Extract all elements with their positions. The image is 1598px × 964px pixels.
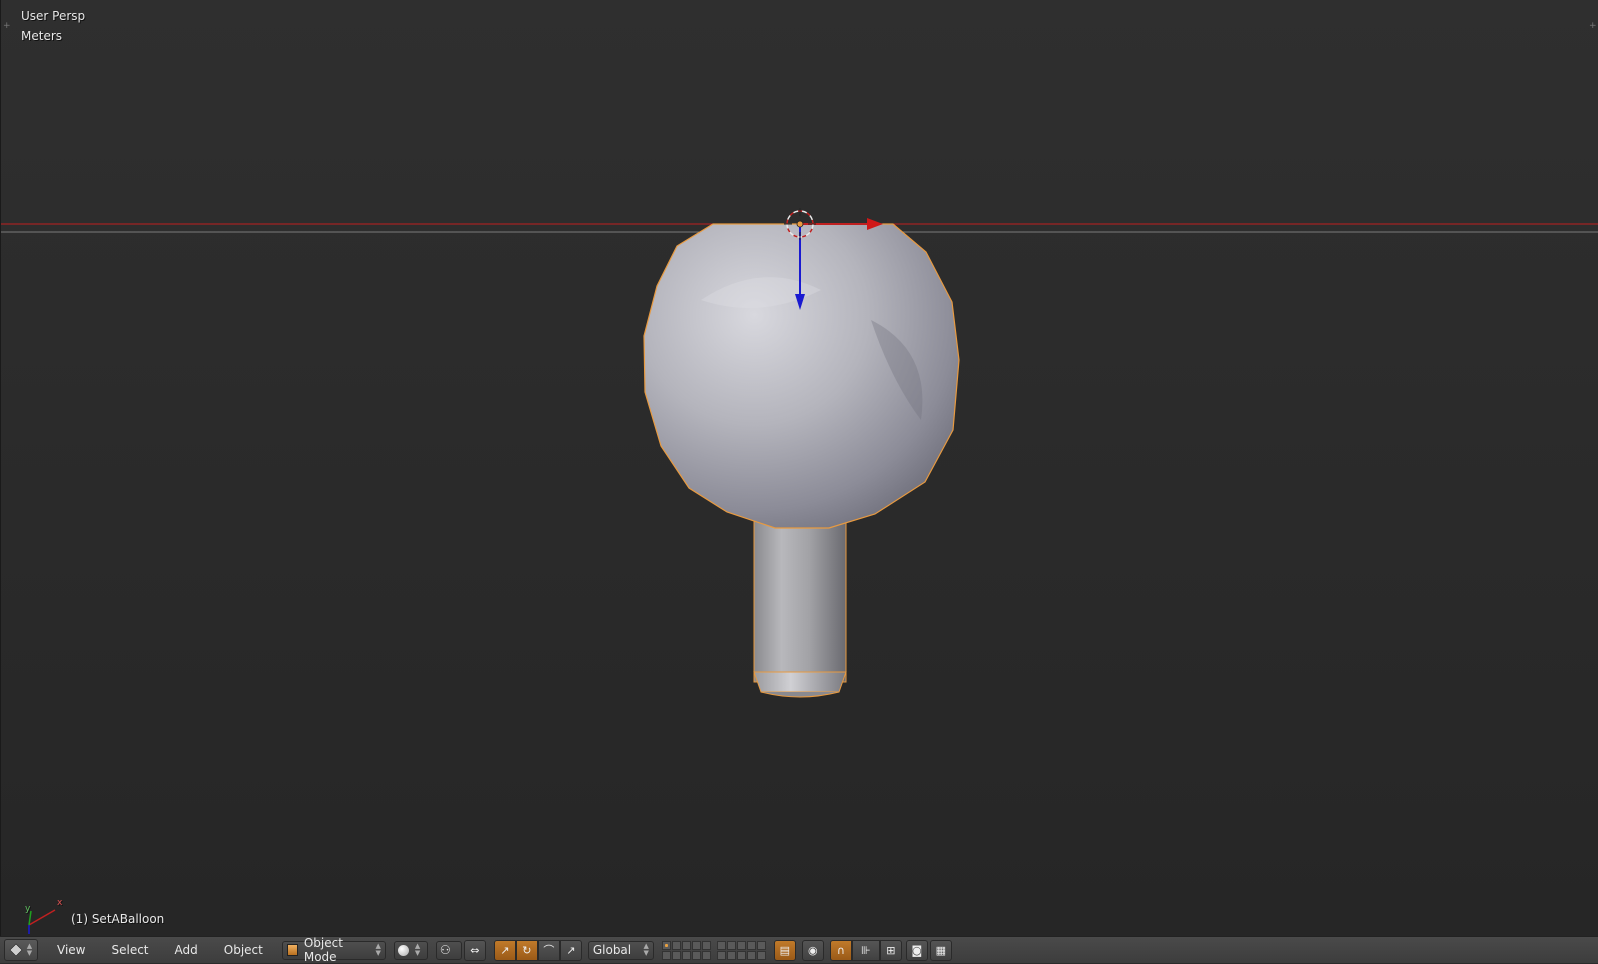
layer-button[interactable]	[736, 940, 746, 950]
snap-target-button[interactable]: ⊞	[879, 939, 902, 961]
layer-button[interactable]	[701, 950, 711, 960]
layer-button[interactable]	[756, 950, 766, 960]
layer-button[interactable]	[716, 940, 726, 950]
mini-axis-x-label: x	[57, 898, 63, 908]
mini-axis-widget	[28, 909, 56, 934]
magnet-icon: ∩	[836, 943, 845, 957]
snap-target-icon: ⊞	[886, 943, 896, 957]
layer-button[interactable]	[746, 940, 756, 950]
layer-button[interactable]	[726, 940, 736, 950]
layers-lock-icon: ▤	[779, 943, 791, 957]
layer-button[interactable]	[681, 950, 691, 960]
rotate-manipulator-button[interactable]: ↻	[515, 939, 538, 961]
cube-icon	[286, 944, 298, 956]
render-opengl-button[interactable]: ◙	[905, 939, 928, 961]
lock-camera-layers-button[interactable]: ▤	[773, 939, 796, 961]
arc-icon: ⌒	[543, 944, 555, 957]
snap-element-select[interactable]: ⊪	[851, 939, 880, 961]
manipulator-toggle-button[interactable]: ⇔	[463, 939, 486, 961]
scene-canvas[interactable]	[1, 0, 1598, 936]
layer-button[interactable]	[726, 950, 736, 960]
menu-object[interactable]: Object	[213, 940, 274, 960]
layer-button[interactable]	[701, 940, 711, 950]
balloon-stick	[753, 511, 847, 698]
transform-orientation-select[interactable]: Global ▲ ▼	[587, 940, 654, 960]
3d-view-header: ▲ ▼ View Select Add Object Object Mode ▲ ▼…	[0, 936, 1598, 964]
viewport-shading-select[interactable]: ▲ ▼	[393, 940, 428, 960]
3d-view-icon	[9, 943, 23, 957]
camera-icon: ◙	[911, 943, 923, 957]
translate-arrow-icon: ↗	[500, 943, 510, 957]
3d-viewport[interactable]: + + User Persp Meters x y (1) SetABalloo…	[0, 0, 1598, 936]
mini-axis-y-label: y	[25, 904, 31, 914]
translate-manipulator-button[interactable]: ↗	[493, 939, 516, 961]
layer-button[interactable]	[756, 940, 766, 950]
sphere-shading-icon	[397, 944, 409, 956]
layer-button[interactable]	[716, 950, 726, 960]
snap-increment-icon: ⊪	[861, 943, 871, 957]
menu-view[interactable]: View	[46, 940, 96, 960]
layer-button[interactable]	[661, 950, 671, 960]
layer-button[interactable]	[681, 940, 691, 950]
layer-button[interactable]	[691, 950, 701, 960]
manipulator-options-button[interactable]: ↗	[559, 939, 582, 961]
chevron-updown-icon: ▲ ▼	[414, 942, 421, 957]
units-label: Meters	[21, 29, 63, 43]
layers-group-2[interactable]	[716, 940, 766, 960]
scale-arrow-icon: ↗	[566, 943, 576, 957]
active-object-label: (1) SetABalloon	[71, 912, 165, 926]
scale-manipulator-button[interactable]: ⌒	[537, 939, 560, 961]
render-animation-button[interactable]: ▦	[929, 939, 952, 961]
proportional-editing-button[interactable]: ◉	[801, 939, 824, 961]
proportional-circle-icon: ◉	[808, 943, 818, 957]
manipulator-icon: ⇔	[470, 943, 480, 957]
layer-button[interactable]	[736, 950, 746, 960]
pivot-point-icon: ⚇	[439, 943, 451, 957]
menu-add[interactable]: Add	[164, 940, 209, 960]
chevron-updown-icon: ▲ ▼	[643, 942, 649, 957]
mode-label: Object Mode	[303, 936, 343, 964]
chevron-updown-icon: ▲ ▼	[26, 942, 33, 957]
editor-type-button[interactable]: ▲ ▼	[4, 939, 38, 961]
chevron-updown-icon: ▲ ▼	[375, 942, 381, 957]
layer-button[interactable]	[746, 950, 756, 960]
orientation-label: Global	[592, 943, 632, 957]
view-name-label: User Persp	[21, 9, 86, 23]
clapperboard-icon: ▦	[935, 943, 947, 957]
mode-select[interactable]: Object Mode ▲ ▼	[281, 936, 386, 964]
rotate-arrow-icon: ↻	[522, 943, 532, 957]
layer-button[interactable]	[671, 940, 681, 950]
layer-button[interactable]	[661, 940, 671, 950]
layer-button[interactable]	[691, 940, 701, 950]
layer-button[interactable]	[671, 950, 681, 960]
pivot-point-select[interactable]: ⚇	[435, 940, 462, 960]
snap-toggle-button[interactable]: ∩	[829, 939, 852, 961]
layers-group-1[interactable]	[661, 940, 711, 960]
menu-select[interactable]: Select	[100, 940, 159, 960]
